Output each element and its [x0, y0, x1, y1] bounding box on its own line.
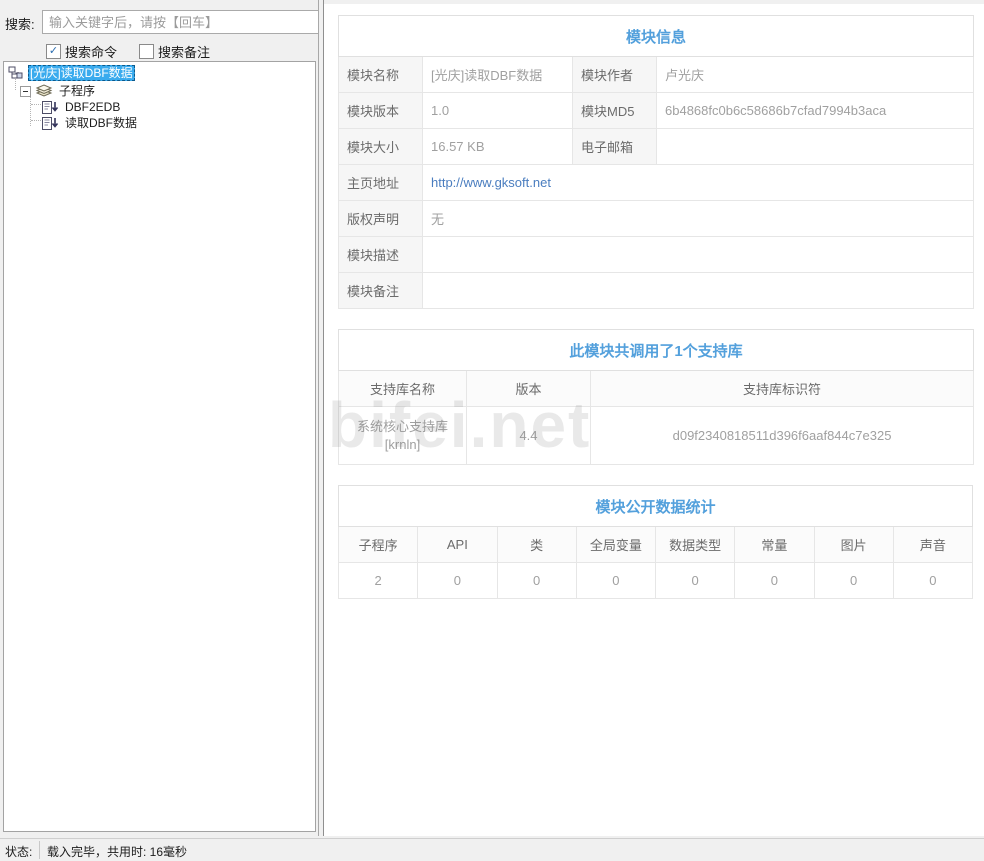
stat-value: 2	[337, 562, 419, 599]
column-header: 版本	[466, 370, 591, 407]
subprogram-group-icon	[35, 84, 53, 98]
status-bar-divider	[39, 841, 40, 859]
field-label: 电子邮箱	[572, 128, 657, 165]
column-header: 支持库名称	[338, 370, 467, 407]
table-row: 主页地址 http://www.gksoft.net	[338, 164, 975, 201]
column-header: 支持库标识符	[589, 370, 975, 407]
search-label: 搜索:	[5, 17, 35, 32]
stat-value: 0	[813, 562, 894, 599]
stat-value: 0	[654, 562, 736, 599]
column-header: API	[417, 526, 498, 563]
checkbox-search-commands-label: 搜索命令	[65, 44, 118, 60]
column-header: 常量	[734, 526, 815, 563]
field-label: 主页地址	[338, 164, 423, 201]
support-lib-guid: d09f2340818511d396f6aaf844c7e325	[589, 406, 975, 465]
field-value: 卢光庆	[655, 56, 975, 93]
tree-item-module-root-label[interactable]: [光庆]读取DBF数据	[28, 65, 135, 81]
field-value: 无	[421, 200, 975, 237]
support-libs-table: 此模块共调用了1个支持库 支持库名称 版本 支持库标识符 系统核心支持库 [kr…	[337, 329, 975, 465]
table-row: 模块描述	[338, 236, 975, 273]
tree-item-dbf2edb[interactable]: DBF2EDB	[4, 99, 315, 115]
support-lib-name: 系统核心支持库 [krnln]	[338, 406, 467, 465]
module-tree-panel: [光庆]读取DBF数据 子程序 DBF2EDB 读取DBF数据	[3, 61, 316, 832]
table-row: 模块大小 16.57 KB 电子邮箱	[338, 128, 975, 165]
status-message: 载入完毕，共用时: 16毫秒	[47, 845, 188, 859]
field-value	[421, 272, 975, 309]
tree-item-subprograms[interactable]: 子程序	[4, 83, 315, 99]
tree-item-read-dbf[interactable]: 读取DBF数据	[4, 115, 315, 131]
support-libs-title: 此模块共调用了1个支持库	[337, 329, 975, 371]
status-bar: 状态: 载入完毕，共用时: 16毫秒	[0, 838, 984, 861]
table-row: 2 0 0 0 0 0 0 0	[337, 562, 974, 599]
column-header: 图片	[813, 526, 894, 563]
stat-value: 0	[496, 562, 577, 599]
column-header: 数据类型	[654, 526, 736, 563]
tree-item-dbf2edb-label[interactable]: DBF2EDB	[63, 99, 122, 115]
field-label: 模块名称	[338, 56, 423, 93]
field-label: 版权声明	[338, 200, 423, 237]
module-node-icon	[8, 66, 24, 80]
module-viewer-window: 搜索: ✓ 搜索命令 搜索备注	[0, 0, 984, 861]
field-label: 模块MD5	[572, 92, 657, 129]
column-header: 声音	[892, 526, 974, 563]
module-info-table: 模块信息 模块名称 [光庆]读取DBF数据 模块作者 卢光庆 模块版本 1.0 …	[337, 15, 975, 309]
collapse-expander-icon[interactable]	[20, 85, 31, 97]
module-tree: [光庆]读取DBF数据 子程序 DBF2EDB 读取DBF数据	[4, 62, 315, 131]
module-info-title: 模块信息	[337, 15, 975, 57]
stat-value: 0	[417, 562, 498, 599]
homepage-link[interactable]: http://www.gksoft.net	[431, 175, 551, 190]
field-label: 模块作者	[572, 56, 657, 93]
search-row: 搜索:	[5, 10, 328, 34]
left-pane: 搜索: ✓ 搜索命令 搜索备注	[0, 0, 328, 838]
field-value: [光庆]读取DBF数据	[422, 56, 573, 93]
tree-item-subprograms-label[interactable]: 子程序	[57, 83, 97, 99]
homepage-link-cell: http://www.gksoft.net	[421, 164, 975, 201]
field-value: 1.0	[422, 92, 573, 129]
subprogram-doc-icon	[42, 116, 59, 130]
column-header: 全局变量	[575, 526, 657, 563]
table-row: 模块版本 1.0 模块MD5 6b4868fc0b6c58686b7cfad79…	[338, 92, 975, 129]
table-header-row: 子程序 API 类 全局变量 数据类型 常量 图片 声音	[337, 526, 974, 563]
tree-item-read-dbf-label[interactable]: 读取DBF数据	[63, 115, 139, 131]
table-header-row: 支持库名称 版本 支持库标识符	[338, 370, 975, 407]
field-label: 模块备注	[338, 272, 423, 309]
field-label: 模块描述	[338, 236, 423, 273]
stats-title: 模块公开数据统计	[338, 485, 973, 527]
stat-value: 0	[734, 562, 815, 599]
checkbox-unchecked-icon[interactable]	[139, 43, 155, 59]
column-header: 子程序	[337, 526, 419, 563]
field-value: 16.57 KB	[422, 128, 573, 165]
search-input[interactable]	[42, 10, 328, 34]
table-row: 模块备注	[338, 272, 975, 309]
checkbox-checked-icon[interactable]: ✓	[46, 43, 61, 59]
stat-value: 0	[892, 562, 974, 599]
field-value	[421, 236, 975, 273]
search-filters: ✓ 搜索命令 搜索备注	[46, 42, 210, 61]
module-detail-pane: 模块信息 模块名称 [光庆]读取DBF数据 模块作者 卢光庆 模块版本 1.0 …	[324, 4, 984, 836]
checkbox-search-notes[interactable]: 搜索备注	[139, 42, 210, 61]
field-value	[655, 128, 975, 165]
support-lib-version: 4.4	[466, 406, 591, 465]
stats-table: 模块公开数据统计 子程序 API 类 全局变量 数据类型 常量 图片 声音 2 …	[337, 485, 974, 599]
status-label: 状态:	[5, 845, 33, 859]
field-label: 模块大小	[338, 128, 423, 165]
field-value: 6b4868fc0b6c58686b7cfad7994b3aca	[655, 92, 975, 129]
checkbox-search-commands[interactable]: ✓ 搜索命令	[46, 42, 117, 61]
column-header: 类	[496, 526, 577, 563]
support-lib-name-line2: [krnln]	[384, 436, 421, 452]
checkbox-search-notes-label: 搜索备注	[158, 44, 211, 60]
field-label: 模块版本	[338, 92, 423, 129]
table-row: 系统核心支持库 [krnln] 4.4 d09f2340818511d396f6…	[338, 406, 975, 465]
subprogram-doc-icon	[42, 100, 59, 114]
table-row: 模块名称 [光庆]读取DBF数据 模块作者 卢光庆	[338, 56, 975, 93]
tree-item-module-root[interactable]: [光庆]读取DBF数据	[4, 65, 315, 81]
table-row: 版权声明 无	[338, 200, 975, 237]
stat-value: 0	[575, 562, 657, 599]
support-lib-name-line1: 系统核心支持库	[356, 418, 448, 434]
